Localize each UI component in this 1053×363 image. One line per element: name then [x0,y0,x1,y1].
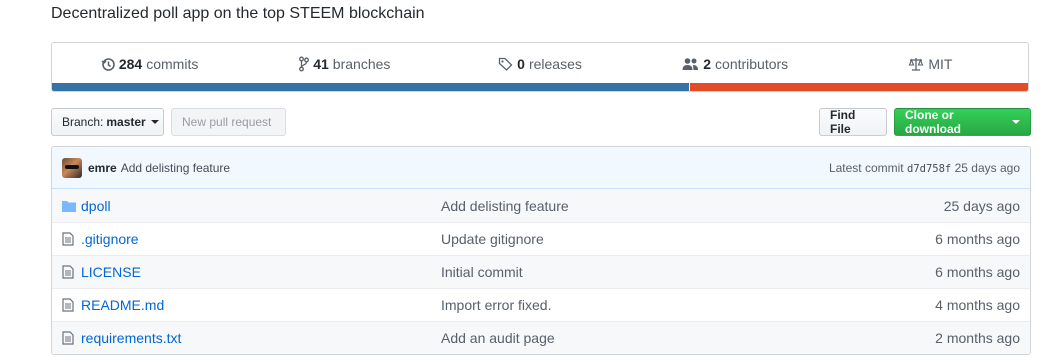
contributors-link[interactable]: 2 contributors [638,56,833,72]
file-commit-message[interactable]: Initial commit [441,264,860,280]
clone-download-button[interactable]: Clone or download [894,108,1031,136]
contributors-label: contributors [715,56,789,72]
file-icon [52,298,80,312]
file-rows: dpoll Add delisting feature 25 days ago … [52,189,1030,354]
commit-age: 25 days ago [954,160,1020,175]
caret-down-icon [150,120,159,124]
numbers-summary: 284 commits 41 branches 0 releases 2 con… [51,42,1029,92]
branch-select-button[interactable]: Branch: master [51,108,164,136]
releases-link[interactable]: 0 releases [442,56,637,72]
new-pull-request-button[interactable]: New pull request [171,108,286,136]
file-commit-message[interactable]: Update gitignore [441,231,860,247]
file-icon [52,265,80,279]
caret-down-icon [1012,120,1020,124]
file-commit-message[interactable]: Add an audit page [441,330,860,346]
file-name[interactable]: README.md [80,297,441,313]
commit-sha[interactable]: d7d758f [907,163,951,175]
file-icon [52,232,80,246]
file-age: 6 months ago [935,231,1020,247]
file-name[interactable]: LICENSE [80,264,441,280]
history-icon [101,58,115,71]
latest-commit-label: Latest commit [828,160,904,175]
find-file-button[interactable]: Find File [819,108,887,136]
commit-message[interactable]: Add delisting feature [121,161,230,175]
file-age: 2 months ago [935,330,1020,346]
avatar[interactable] [62,157,82,178]
releases-label: releases [528,56,582,72]
file-commit-message[interactable]: Add delisting feature [441,198,860,214]
commits-label: commits [146,56,199,72]
table-row: README.md Import error fixed. 4 months a… [52,288,1030,321]
file-navigation: Branch: master New pull request Find Fil… [51,108,1031,138]
license-label: MIT [928,56,953,72]
language-bar-html[interactable] [690,83,1028,91]
file-name[interactable]: dpoll [80,198,441,214]
file-commit-message[interactable]: Import error fixed. [441,297,860,313]
branches-count: 41 [313,56,329,72]
table-row: LICENSE Initial commit 6 months ago [52,255,1030,288]
file-name[interactable]: requirements.txt [80,330,441,346]
law-icon [909,58,924,71]
file-name[interactable]: .gitignore [80,231,441,247]
repo-description: Decentralized poll app on the top STEEM … [51,5,425,22]
table-row: requirements.txt Add an audit page 2 mon… [52,321,1030,354]
commits-link[interactable]: 284 commits [52,56,247,72]
branch-name: master [106,115,146,129]
latest-commit-info: Latest commit d7d758f 25 days ago [829,161,1020,175]
clone-download-label: Clone or download [905,108,961,136]
branch-icon [299,56,310,72]
commit-author[interactable]: emre [88,161,117,175]
commits-count: 284 [118,56,143,72]
people-icon [682,58,699,70]
language-bar[interactable] [52,83,1028,91]
file-icon [52,331,80,345]
releases-count: 0 [517,56,525,72]
latest-commit-bar: emre Add delisting feature Latest commit… [52,147,1030,189]
folder-icon [52,199,80,213]
branch-label: Branch: [62,115,104,129]
file-list: emre Add delisting feature Latest commit… [51,146,1031,355]
table-row: .gitignore Update gitignore 6 months ago [52,222,1030,255]
file-age: 4 months ago [935,297,1020,313]
license-link[interactable]: MIT [833,56,1028,72]
branches-label: branches [332,56,391,72]
tag-icon [498,57,513,71]
file-age: 6 months ago [935,264,1020,280]
table-row: dpoll Add delisting feature 25 days ago [52,189,1030,222]
branches-link[interactable]: 41 branches [247,56,442,72]
contributors-count: 2 [703,56,712,72]
language-bar-python[interactable] [52,83,691,91]
file-age: 25 days ago [943,197,1020,214]
